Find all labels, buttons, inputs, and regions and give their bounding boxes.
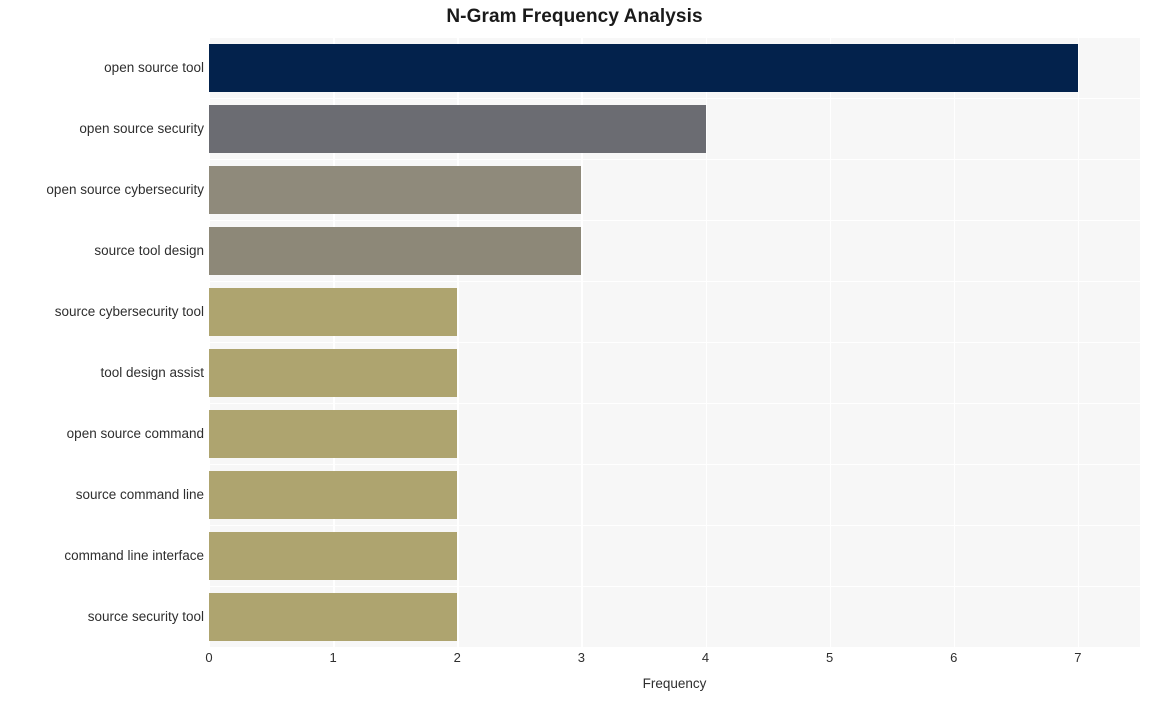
y-tick-label: open source cybersecurity — [46, 181, 204, 197]
bar — [209, 226, 582, 275]
x-tick-label: 0 — [205, 650, 213, 665]
x-tick-label: 2 — [453, 650, 461, 665]
y-tick-label: open source command — [66, 425, 204, 441]
y-tick-label: source command line — [75, 486, 204, 502]
y-tick-label: source security tool — [87, 608, 204, 624]
bar — [209, 531, 458, 580]
y-tick-label: command line interface — [64, 547, 204, 563]
bar — [209, 287, 458, 336]
bar — [209, 104, 706, 153]
plot-area — [209, 37, 1140, 649]
y-tick-label: tool design assist — [100, 364, 204, 380]
y-tick-label: source tool design — [94, 242, 204, 258]
x-tick-label: 3 — [577, 650, 586, 665]
chart-title: N-Gram Frequency Analysis — [446, 6, 703, 27]
y-axis-tick-labels: open source tool open source security open… — [0, 37, 204, 647]
x-axis-title: Frequency — [642, 676, 707, 691]
bar — [209, 592, 458, 641]
x-tick-label: 1 — [329, 650, 337, 665]
x-tick-label: 6 — [950, 650, 958, 665]
chart-figure: N-Gram Frequency Analysis open source to… — [0, 0, 1149, 701]
x-tick-label: 5 — [826, 650, 834, 665]
x-tick-label: 7 — [1074, 650, 1082, 665]
x-tick-label: 4 — [701, 650, 710, 665]
y-tick-label: source cybersecurity tool — [54, 303, 204, 319]
bar — [209, 43, 1078, 92]
bar — [209, 409, 458, 458]
x-axis-tick-labels: 0 1 2 3 4 5 6 7 — [205, 650, 1140, 671]
gridline-horizontal-10 — [209, 647, 1140, 649]
y-tick-label: open source security — [79, 120, 204, 136]
bar-series — [209, 37, 1140, 647]
bar — [209, 470, 458, 519]
bar — [209, 348, 458, 397]
y-tick-label: open source tool — [104, 59, 204, 75]
bar — [209, 165, 582, 214]
